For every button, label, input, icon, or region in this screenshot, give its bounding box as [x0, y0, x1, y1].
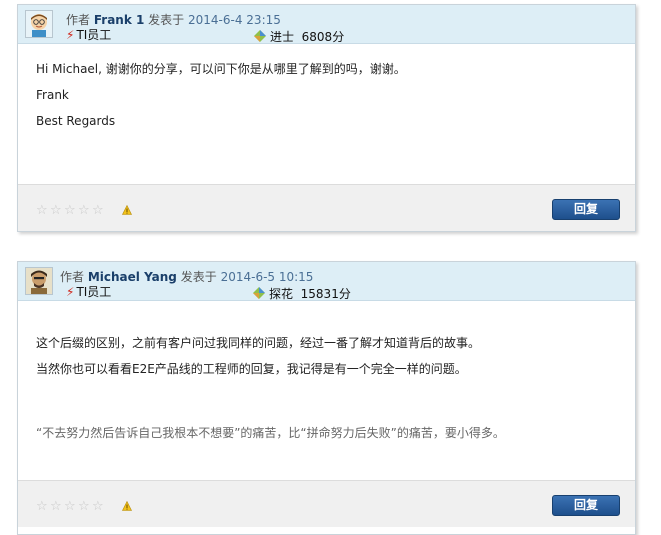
- ti-logo-icon: ⚡: [66, 285, 75, 299]
- author-link[interactable]: Michael Yang: [88, 270, 177, 284]
- role-badge: ⚡ TI员工: [66, 26, 111, 43]
- reply-button[interactable]: 回复: [552, 495, 620, 516]
- post-card: 作者 Michael Yang 发表于 2014-6-5 10:15 ⚡ TI员工…: [17, 261, 636, 535]
- star-rating[interactable]: ☆ ☆ ☆ ☆ ☆: [36, 499, 106, 513]
- author-prefix: 作者: [60, 270, 85, 284]
- star-icon[interactable]: ☆: [50, 500, 64, 513]
- role-label: TI员工: [76, 285, 112, 299]
- post-footer: ☆ ☆ ☆ ☆ ☆ 回复: [18, 480, 635, 527]
- rank-info: 进士 6808分: [253, 28, 344, 45]
- role-label: TI员工: [76, 28, 112, 42]
- post-date: 2014-6-5 10:15: [220, 270, 314, 284]
- star-icon[interactable]: ☆: [92, 204, 106, 217]
- warning-icon[interactable]: [122, 205, 132, 215]
- warning-icon[interactable]: [122, 501, 132, 511]
- star-rating[interactable]: ☆ ☆ ☆ ☆ ☆: [36, 203, 106, 217]
- post-text-line: Frank: [36, 88, 69, 102]
- cartoon-avatar-icon: [26, 268, 52, 294]
- role-badge: ⚡ TI员工: [66, 283, 111, 300]
- post-text-line: Hi Michael, 谢谢你的分享，可以问下你是从哪里了解到的吗，谢谢。: [36, 62, 406, 76]
- star-icon[interactable]: ☆: [50, 204, 64, 217]
- avatar[interactable]: [25, 267, 53, 295]
- posted-label: 发表于: [148, 13, 185, 27]
- star-icon[interactable]: ☆: [36, 204, 50, 217]
- post-date: 2014-6-4 23:15: [188, 13, 281, 27]
- post-footer: ☆ ☆ ☆ ☆ ☆ 回复: [18, 184, 635, 231]
- rank-name: 探花: [269, 287, 294, 301]
- post-header: 作者 Frank 1 发表于 2014-6-4 23:15 ⚡ TI员工 进士 6…: [18, 5, 635, 44]
- cartoon-avatar-icon: [26, 11, 52, 37]
- star-icon[interactable]: ☆: [64, 204, 78, 217]
- star-icon[interactable]: ☆: [78, 204, 92, 217]
- rank-name: 进士: [270, 30, 295, 44]
- post-body: Hi Michael, 谢谢你的分享，可以问下你是从哪里了解到的吗，谢谢。 Fr…: [36, 63, 623, 141]
- posted-label: 发表于: [180, 270, 217, 284]
- post-text-line: 这个后缀的区别，之前有客户问过我同样的问题，经过一番了解才知道背后的故事。: [36, 336, 481, 350]
- reply-button[interactable]: 回复: [552, 199, 620, 220]
- post-card: 作者 Frank 1 发表于 2014-6-4 23:15 ⚡ TI员工 进士 6…: [17, 4, 636, 232]
- rank-badge-icon: [253, 287, 265, 299]
- rank-points: 6808分: [301, 30, 345, 44]
- star-icon[interactable]: ☆: [78, 500, 92, 513]
- ti-logo-icon: ⚡: [66, 28, 75, 42]
- avatar[interactable]: [25, 10, 53, 38]
- post-text-line: 当然你也可以看看E2E产品线的工程师的回复，我记得是有一个完全一样的问题。: [36, 362, 467, 376]
- star-icon[interactable]: ☆: [36, 500, 50, 513]
- rank-info: 探花 15831分: [252, 285, 351, 302]
- post-header: 作者 Michael Yang 发表于 2014-6-5 10:15 ⚡ TI员工…: [18, 262, 635, 301]
- post-text-line: Best Regards: [36, 114, 116, 128]
- post-body: 这个后缀的区别，之前有客户问过我同样的问题，经过一番了解才知道背后的故事。 当然…: [36, 337, 623, 453]
- star-icon[interactable]: ☆: [64, 500, 78, 513]
- rank-points: 15831分: [300, 287, 351, 301]
- author-prefix: 作者: [66, 13, 91, 27]
- signature-quote: “不去努力然后告诉自己我根本不想要”的痛苦，比“拼命努力后失败”的痛苦，要小得多…: [36, 426, 505, 440]
- author-link[interactable]: Frank 1: [94, 13, 145, 27]
- rank-badge-icon: [254, 30, 266, 42]
- star-icon[interactable]: ☆: [92, 500, 106, 513]
